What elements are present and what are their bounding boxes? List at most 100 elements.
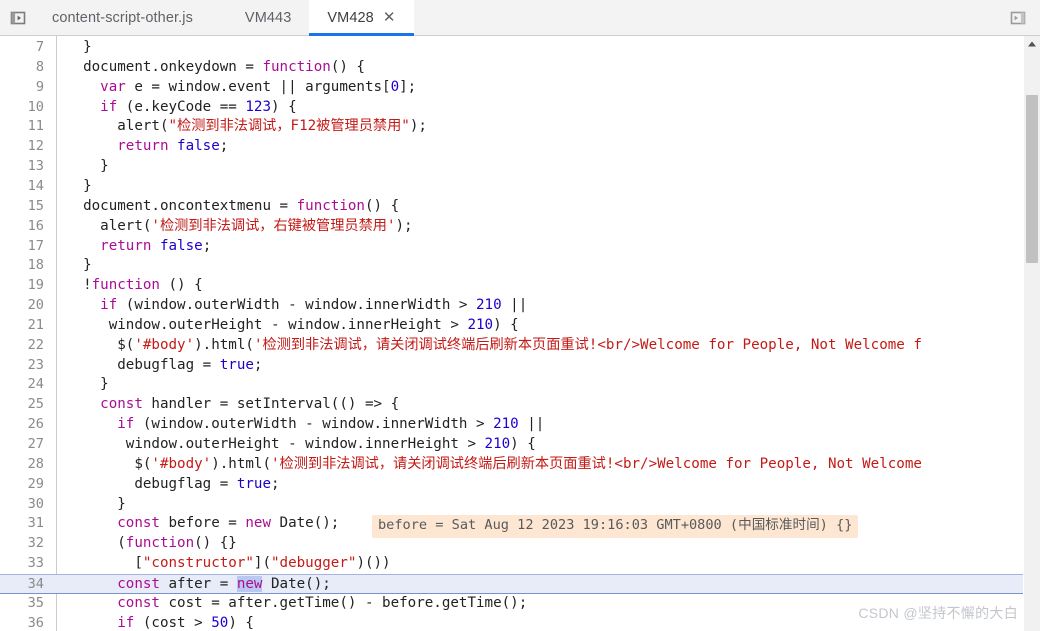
line-number[interactable]: 29 (0, 475, 44, 495)
line-number[interactable]: 31 (0, 514, 44, 534)
vertical-scrollbar[interactable] (1023, 36, 1040, 631)
line-number[interactable]: 18 (0, 256, 44, 276)
line-number[interactable]: 25 (0, 395, 44, 415)
line-number[interactable]: 10 (0, 98, 44, 118)
code-text[interactable]: return false; (66, 137, 228, 157)
tab-vm443[interactable]: VM443 (227, 0, 309, 35)
line-number[interactable]: 16 (0, 217, 44, 237)
line-number[interactable]: 24 (0, 375, 44, 395)
code-line[interactable]: 16 alert('检测到非法调试，右键被管理员禁用'); (0, 217, 1040, 237)
line-number[interactable]: 7 (0, 38, 44, 58)
line-number[interactable]: 9 (0, 78, 44, 98)
tab-vm428[interactable]: VM428 ✕ (309, 0, 414, 36)
code-line[interactable]: 33 ["constructor"]("debugger")()) (0, 554, 1040, 574)
code-lines-container[interactable]: 7 } 8 document.onkeydown = function() {9 … (0, 36, 1040, 631)
code-line[interactable]: 9 var e = window.event || arguments[0]; (0, 78, 1040, 98)
code-line[interactable]: 23 debugflag = true; (0, 356, 1040, 376)
line-number[interactable]: 23 (0, 356, 44, 376)
line-number[interactable]: 35 (0, 594, 44, 614)
line-number[interactable]: 20 (0, 296, 44, 316)
code-text[interactable]: const after = new Date(); (66, 575, 331, 595)
code-text[interactable]: } (66, 256, 92, 276)
code-line[interactable]: 13 } (0, 157, 1040, 177)
line-number[interactable]: 33 (0, 554, 44, 574)
line-number[interactable]: 36 (0, 614, 44, 631)
code-text[interactable]: } (66, 375, 109, 395)
code-text[interactable]: $('#body').html('检测到非法调试，请关闭调试终端后刷新本页面重试… (66, 336, 922, 356)
scrollbar-thumb[interactable] (1026, 95, 1038, 263)
code-line[interactable]: 30 } (0, 495, 1040, 515)
line-number[interactable]: 8 (0, 58, 44, 78)
code-line[interactable]: 12 return false; (0, 137, 1040, 157)
code-line[interactable]: 14 } (0, 177, 1040, 197)
line-number[interactable]: 32 (0, 534, 44, 554)
code-text[interactable]: (function() {} (66, 534, 237, 554)
code-line[interactable]: 28 $('#body').html('检测到非法调试，请关闭调试终端后刷新本页… (0, 455, 1040, 475)
line-number[interactable]: 34 (0, 575, 44, 595)
code-line[interactable]: 20 if (window.outerWidth - window.innerW… (0, 296, 1040, 316)
line-number[interactable]: 21 (0, 316, 44, 336)
code-text[interactable]: debugflag = true; (66, 475, 279, 495)
line-number[interactable]: 12 (0, 137, 44, 157)
line-number[interactable]: 14 (0, 177, 44, 197)
line-number[interactable]: 15 (0, 197, 44, 217)
code-text[interactable]: alert("检测到非法调试，F12被管理员禁用"); (66, 117, 427, 137)
tab-content-script-other-js[interactable]: content-script-other.js (36, 0, 227, 35)
code-text[interactable]: } (66, 38, 92, 58)
line-number[interactable]: 13 (0, 157, 44, 177)
code-line[interactable]: 26 if (window.outerWidth - window.innerW… (0, 415, 1040, 435)
code-text[interactable]: document.onkeydown = function() { (66, 58, 365, 78)
line-number[interactable]: 17 (0, 237, 44, 257)
code-line[interactable]: 21 window.outerHeight - window.innerHeig… (0, 316, 1040, 336)
code-line[interactable]: 25 const handler = setInterval(() => { (0, 395, 1040, 415)
code-text[interactable]: const before = new Date(); (66, 514, 339, 534)
code-line[interactable]: 19 !function () { (0, 276, 1040, 296)
line-number[interactable]: 22 (0, 336, 44, 356)
code-text[interactable]: if (e.keyCode == 123) { (66, 98, 296, 118)
code-line[interactable]: 10 if (e.keyCode == 123) { (0, 98, 1040, 118)
close-icon[interactable]: ✕ (383, 10, 396, 25)
code-text[interactable]: document.oncontextmenu = function() { (66, 197, 399, 217)
code-line[interactable]: 22 $('#body').html('检测到非法调试，请关闭调试终端后刷新本页… (0, 336, 1040, 356)
code-text[interactable]: window.outerHeight - window.innerHeight … (66, 316, 519, 336)
code-text[interactable]: const handler = setInterval(() => { (66, 395, 399, 415)
line-number[interactable]: 30 (0, 495, 44, 515)
line-number[interactable]: 19 (0, 276, 44, 296)
code-text[interactable]: !function () { (66, 276, 203, 296)
code-text[interactable]: if (window.outerWidth - window.innerWidt… (66, 296, 527, 316)
code-line[interactable]: 27 window.outerHeight - window.innerHeig… (0, 435, 1040, 455)
code-text[interactable]: return false; (66, 237, 211, 257)
code-text[interactable]: $('#body').html('检测到非法调试，请关闭调试终端后刷新本页面重试… (66, 455, 922, 475)
code-line[interactable]: 15 document.oncontextmenu = function() { (0, 197, 1040, 217)
triangle-up-icon[interactable] (1024, 36, 1040, 52)
code-text[interactable]: ["constructor"]("debugger")()) (66, 554, 390, 574)
code-text[interactable]: if (cost > 50) { (66, 614, 254, 631)
line-number[interactable]: 11 (0, 117, 44, 137)
code-text[interactable]: const cost = after.getTime() - before.ge… (66, 594, 527, 614)
panel-left-expand-icon[interactable] (0, 0, 36, 35)
code-line[interactable]: 31 const before = new Date(); before = Sa… (0, 514, 1040, 539)
code-line[interactable]: 7 } (0, 38, 1040, 58)
selected-token[interactable]: new (236, 575, 263, 592)
code-line[interactable]: 24 } (0, 375, 1040, 395)
code-text[interactable]: } (66, 495, 126, 515)
panel-right-expand-icon[interactable] (996, 0, 1040, 35)
code-text[interactable]: } (66, 177, 92, 197)
code-text[interactable]: debugflag = true; (66, 356, 262, 376)
line-number[interactable]: 28 (0, 455, 44, 475)
code-text[interactable]: if (window.outerWidth - window.innerWidt… (66, 415, 544, 435)
code-line[interactable]: 18 } (0, 256, 1040, 276)
code-text[interactable]: window.outerHeight - window.innerHeight … (66, 435, 536, 455)
code-editor[interactable]: 7 } 8 document.onkeydown = function() {9 … (0, 36, 1040, 631)
code-line[interactable]: 34 const after = new Date(); (0, 573, 1040, 595)
code-line[interactable]: 11 alert("检测到非法调试，F12被管理员禁用"); (0, 117, 1040, 137)
line-number[interactable]: 27 (0, 435, 44, 455)
code-line[interactable]: 8 document.onkeydown = function() { (0, 58, 1040, 78)
code-line[interactable]: 29 debugflag = true; (0, 475, 1040, 495)
code-text[interactable]: alert('检测到非法调试，右键被管理员禁用'); (66, 217, 412, 237)
code-line[interactable]: 17 return false; (0, 237, 1040, 257)
code-text[interactable]: } (66, 157, 109, 177)
code-text[interactable]: var e = window.event || arguments[0]; (66, 78, 416, 98)
code-line[interactable]: 32 (function() {} (0, 534, 1040, 554)
line-number[interactable]: 26 (0, 415, 44, 435)
